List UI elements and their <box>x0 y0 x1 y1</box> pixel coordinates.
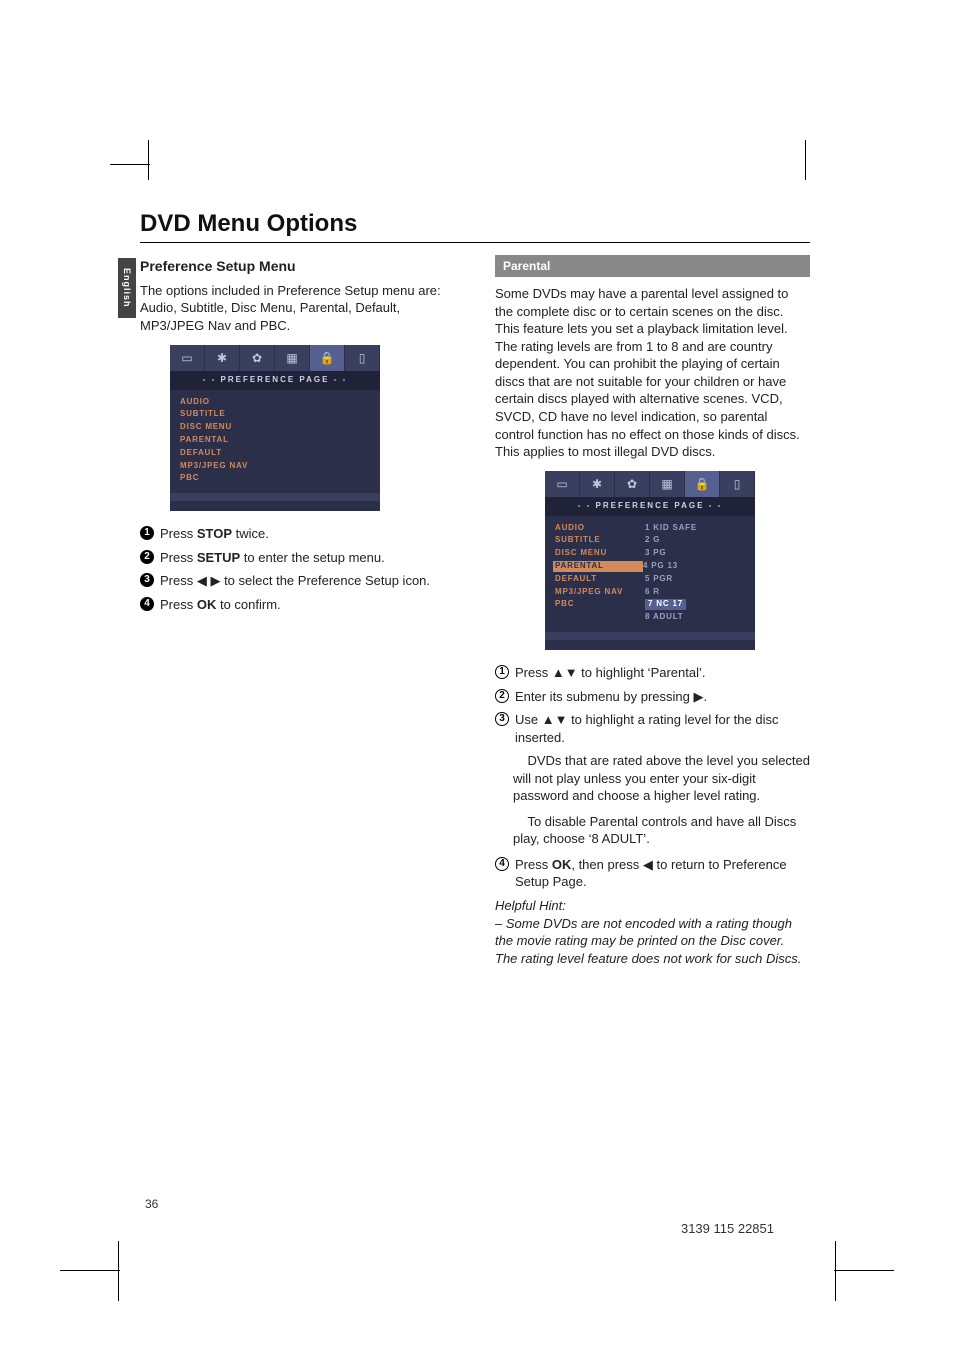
r-step-3: 3 Use ▲▼ to highlight a rating level for… <box>495 711 810 746</box>
osd-left-subtitle: SUBTITLE <box>555 535 645 546</box>
parental-intro: Some DVDs may have a parental level assi… <box>495 285 810 460</box>
step-4: 4 Press OK to confirm. <box>140 596 455 614</box>
crop-mark-bottom-left <box>60 1231 130 1301</box>
osd-icon-video: ✿ <box>240 345 275 371</box>
osd-preference-parental: ▭ ✱ ✿ ▦ 🔒 ▯ - - PREFERENCE PAGE - - AUDI… <box>545 471 755 650</box>
r-step-1-text: Press ▲▼ to highlight ‘Parental’. <box>515 664 810 682</box>
step-1-text: Press STOP twice. <box>160 525 455 543</box>
r-step-2: 2 Enter its submenu by pressing ▶. <box>495 688 810 706</box>
osd-footer-bar-2 <box>545 632 755 640</box>
right-column: Parental Some DVDs may have a parental l… <box>495 255 810 967</box>
step-number-2-icon: 2 <box>140 550 154 564</box>
osd-left-parental-selected: PARENTAL <box>553 561 643 572</box>
osd-left-default: DEFAULT <box>555 574 645 585</box>
preference-intro: The options included in Preference Setup… <box>140 282 455 335</box>
step-3-text: Press ◀ ▶ to select the Preference Setup… <box>160 572 455 590</box>
r-step-1: 1 Press ▲▼ to highlight ‘Parental’. <box>495 664 810 682</box>
page-number: 36 <box>145 1197 158 1211</box>
helpful-hint-body: – Some DVDs are not encoded with a ratin… <box>495 915 810 968</box>
osd-page-title: - - PREFERENCE PAGE - - <box>170 371 380 390</box>
step-3: 3 Press ◀ ▶ to select the Preference Set… <box>140 572 455 590</box>
r-step-3-text: Use ▲▼ to highlight a rating level for t… <box>515 711 810 746</box>
osd-icon-general-2: ▭ <box>545 471 580 497</box>
osd-icon-audio: ✱ <box>205 345 240 371</box>
r-step-2-text: Enter its submenu by pressing ▶. <box>515 688 810 706</box>
osd-item-mp3jpeg: MP3/JPEG NAV <box>180 461 270 472</box>
r-step-number-2-icon: 2 <box>495 689 509 703</box>
osd-icon-row: ▭ ✱ ✿ ▦ 🔒 ▯ <box>170 345 380 371</box>
osd-icon-general: ▭ <box>170 345 205 371</box>
osd-icon-row-2: ▭ ✱ ✿ ▦ 🔒 ▯ <box>545 471 755 497</box>
crop-mark-top-right <box>794 140 844 190</box>
r-step-4: 4 Press OK, then press ◀ to return to Pr… <box>495 856 810 891</box>
osd-item-pbc: PBC <box>180 473 270 484</box>
page-title: DVD Menu Options <box>140 210 810 243</box>
osd-right-2: 2 G <box>645 535 660 546</box>
osd-footer-bar <box>170 493 380 501</box>
osd-icon-lock: 🔒 <box>310 345 345 371</box>
osd-icon-lock-2: 🔒 <box>685 471 720 497</box>
osd-right-5: 5 PGR <box>645 574 673 585</box>
osd-right-1: 1 KID SAFE <box>645 523 697 534</box>
osd-icon-misc-2: ▯ <box>720 471 755 497</box>
r-step-3-extra-1: DVDs that are rated above the level you … <box>513 752 810 805</box>
r-step-4-text: Press OK, then press ◀ to return to Pref… <box>515 856 810 891</box>
step-2-text: Press SETUP to enter the setup menu. <box>160 549 455 567</box>
osd-right-6: 6 R <box>645 587 660 598</box>
osd-item-parental: PARENTAL <box>180 435 270 446</box>
osd-icon-misc: ▯ <box>345 345 380 371</box>
r-step-number-1-icon: 1 <box>495 665 509 679</box>
osd-icon-display-2: ▦ <box>650 471 685 497</box>
helpful-hint-heading: Helpful Hint: <box>495 897 810 915</box>
osd-icon-display: ▦ <box>275 345 310 371</box>
osd-right-8: 8 ADULT <box>645 612 684 623</box>
osd-right-3: 3 PG <box>645 548 666 559</box>
step-4-text: Press OK to confirm. <box>160 596 455 614</box>
parental-section-bar: Parental <box>495 255 810 277</box>
preference-heading: Preference Setup Menu <box>140 257 455 276</box>
r-step-number-3-icon: 3 <box>495 712 509 726</box>
r-step-number-4-icon: 4 <box>495 857 509 871</box>
language-side-tab: English <box>118 258 136 318</box>
osd-left-mp3jpeg: MP3/JPEG NAV <box>555 587 645 598</box>
page-content: DVD Menu Options Preference Setup Menu T… <box>140 210 810 967</box>
osd-left-discmenu: DISC MENU <box>555 548 645 559</box>
osd-page-title-2: - - PREFERENCE PAGE - - <box>545 497 755 516</box>
step-2: 2 Press SETUP to enter the setup menu. <box>140 549 455 567</box>
step-number-4-icon: 4 <box>140 597 154 611</box>
osd-icon-video-2: ✿ <box>615 471 650 497</box>
left-column: Preference Setup Menu The options includ… <box>140 255 455 967</box>
osd-item-audio: AUDIO <box>180 397 270 408</box>
osd-item-subtitle: SUBTITLE <box>180 409 270 420</box>
footer-code: 3139 115 22851 <box>681 1221 774 1236</box>
osd-icon-audio-2: ✱ <box>580 471 615 497</box>
step-number-3-icon: 3 <box>140 573 154 587</box>
osd-right-4: 4 PG 13 <box>643 561 678 572</box>
crop-mark-bottom-right <box>824 1231 894 1301</box>
osd-item-default: DEFAULT <box>180 448 270 459</box>
r-step-3-extra-2: To disable Parental controls and have al… <box>513 813 810 848</box>
osd-left-audio: AUDIO <box>555 523 645 534</box>
osd-item-discmenu: DISC MENU <box>180 422 270 433</box>
osd-right-7-selected: 7 NC 17 <box>645 599 686 610</box>
crop-mark-top-left <box>110 140 160 190</box>
step-number-1-icon: 1 <box>140 526 154 540</box>
osd-left-pbc: PBC <box>555 599 645 610</box>
osd-preference-simple: ▭ ✱ ✿ ▦ 🔒 ▯ - - PREFERENCE PAGE - - AUDI… <box>170 345 380 512</box>
step-1: 1 Press STOP twice. <box>140 525 455 543</box>
